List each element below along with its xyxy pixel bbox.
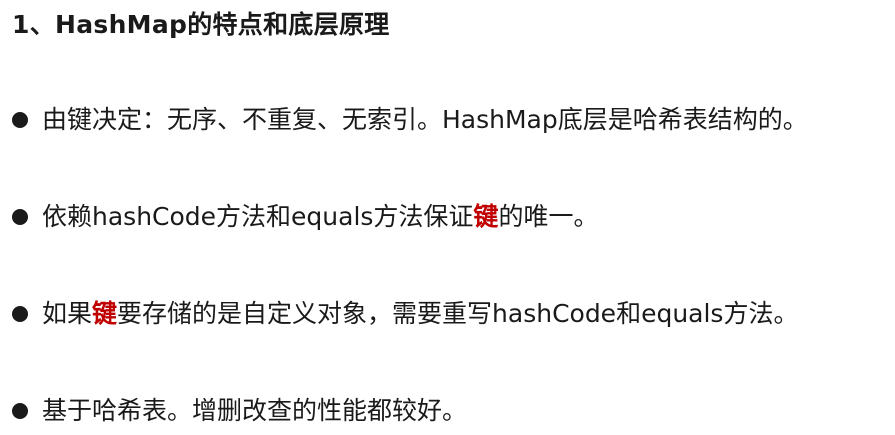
bullet-icon	[12, 306, 28, 322]
list-item: 依赖hashCode方法和equals方法保证键的唯一。	[0, 193, 808, 241]
list-item-text-pre: 依赖hashCode方法和equals方法保证	[42, 202, 474, 231]
bullet-icon	[12, 403, 28, 419]
section-heading: 1、HashMap的特点和底层原理	[12, 10, 390, 39]
bullet-list: 由键决定：无序、不重复、无索引。HashMap底层是哈希表结构的。 依赖hash…	[0, 96, 808, 435]
bullet-icon	[12, 112, 28, 128]
highlight-key-word: 键	[473, 202, 499, 231]
list-item-text-post: 要存储的是自定义对象，需要重写hashCode和equals方法。	[117, 299, 799, 328]
document-page: 1、HashMap的特点和底层原理 由键决定：无序、不重复、无索引。HashMa…	[0, 0, 895, 425]
highlight-key-word: 键	[92, 299, 118, 328]
list-item-text-pre: 如果	[42, 299, 93, 328]
bullet-icon	[12, 209, 28, 225]
list-item: 由键决定：无序、不重复、无索引。HashMap底层是哈希表结构的。	[0, 96, 808, 144]
list-item-text: 基于哈希表。增删改查的性能都较好。	[42, 396, 468, 425]
list-item: 如果键要存储的是自定义对象，需要重写hashCode和equals方法。	[0, 290, 808, 338]
list-item-text: 由键决定：无序、不重复、无索引。HashMap底层是哈希表结构的。	[42, 105, 808, 134]
list-item: 基于哈希表。增删改查的性能都较好。	[0, 387, 808, 435]
list-item-text-post: 的唯一。	[498, 202, 599, 231]
